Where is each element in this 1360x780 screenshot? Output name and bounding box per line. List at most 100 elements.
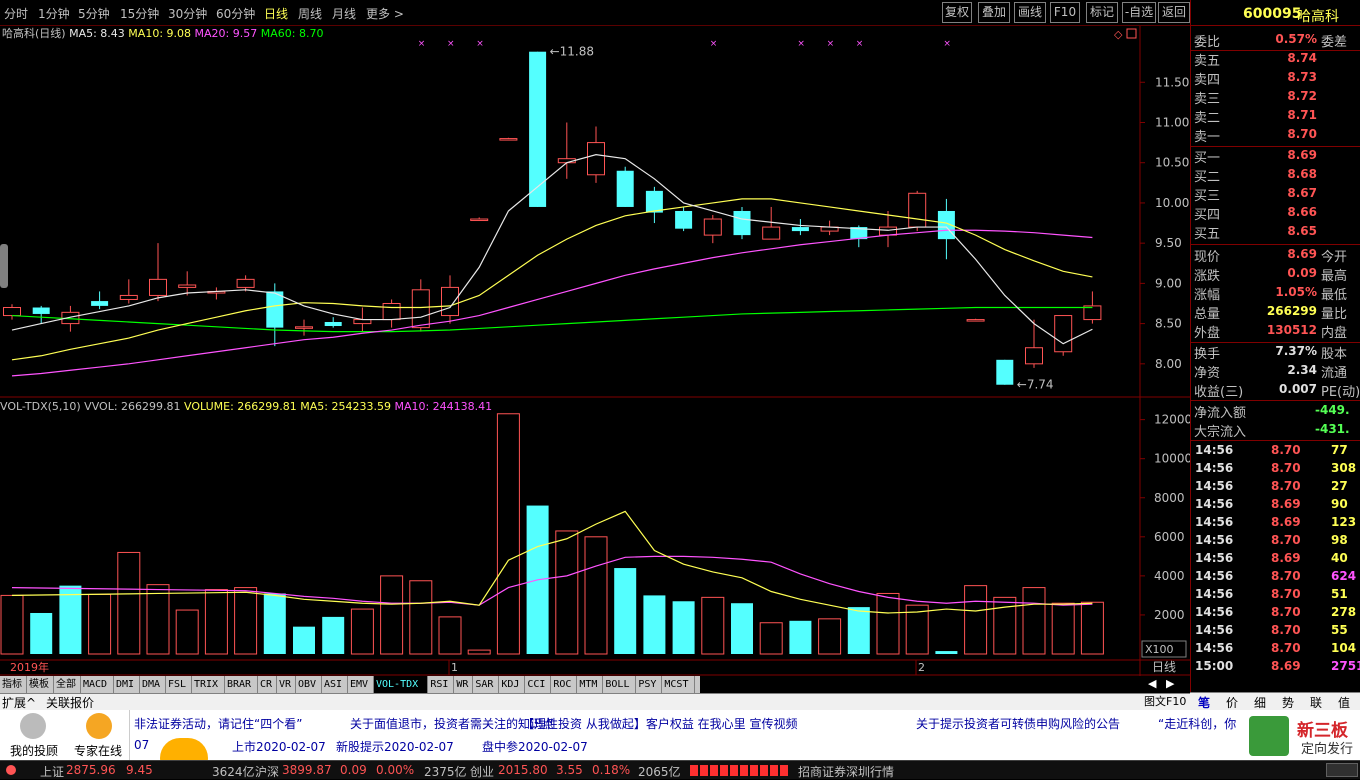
- volume-bar[interactable]: [643, 595, 666, 654]
- volume-bar[interactable]: [584, 536, 608, 655]
- volume-bar[interactable]: [672, 601, 695, 654]
- news-notice-2[interactable]: 新股提示2020-02-07: [336, 738, 454, 755]
- period-tab-6[interactable]: 日线: [264, 5, 288, 22]
- volume-bar[interactable]: [964, 585, 988, 655]
- indicator-tab-12[interactable]: ASI: [322, 676, 348, 693]
- volume-bar[interactable]: [847, 607, 870, 654]
- scroll-left-icon[interactable]: ◀: [1148, 677, 1156, 690]
- candle[interactable]: [1054, 315, 1073, 356]
- indicator-tab-13[interactable]: EMV: [348, 676, 374, 693]
- volume-bar[interactable]: [59, 585, 82, 654]
- detail-tab-3[interactable]: 势: [1282, 694, 1294, 711]
- kline-chart[interactable]: 8.00 8.50 9.00 9.50 10.00 10.50 11.00 11.50 2000…: [0, 26, 1190, 676]
- tool-button-6[interactable]: 返回: [1158, 2, 1190, 23]
- volume-bar[interactable]: [935, 651, 958, 654]
- volume-bar[interactable]: [293, 626, 315, 654]
- period-tab-4[interactable]: 30分钟: [168, 5, 207, 22]
- volume-bar[interactable]: [789, 620, 812, 654]
- diamond-icon[interactable]: ◇: [1114, 28, 1123, 41]
- period-tab-9[interactable]: 更多 >: [366, 5, 404, 22]
- brand-ad[interactable]: 新三板 定向发行: [1245, 712, 1360, 760]
- period-tab-7[interactable]: 周线: [298, 5, 322, 22]
- indicator-tab-14[interactable]: VOL-TDX: [374, 676, 429, 693]
- news-notice-3[interactable]: 盘中参2020-02-07: [482, 738, 588, 755]
- indicator-tab-15[interactable]: RSI: [428, 676, 455, 693]
- volume-bar[interactable]: [234, 587, 258, 655]
- tool-button-4[interactable]: 标记: [1086, 2, 1118, 23]
- volume-bar[interactable]: [322, 616, 345, 654]
- event-marker[interactable]: ×: [943, 39, 951, 49]
- indicator-tab-17[interactable]: SAR: [473, 676, 500, 693]
- indicator-tab-22[interactable]: BOLL: [603, 676, 637, 693]
- detail-tab-1[interactable]: 价: [1226, 694, 1238, 711]
- indicator-tab-18[interactable]: KDJ: [499, 676, 526, 693]
- detail-tab-0[interactable]: 笔: [1198, 694, 1210, 711]
- candle[interactable]: [733, 206, 751, 240]
- volume-bar[interactable]: [467, 649, 491, 655]
- event-marker[interactable]: ×: [827, 39, 835, 49]
- volume-bar[interactable]: [117, 551, 141, 655]
- volume-bar[interactable]: [701, 596, 725, 655]
- event-marker[interactable]: ×: [476, 39, 484, 49]
- my-invest-label[interactable]: 我的投顾: [10, 742, 58, 759]
- indicator-tab-3[interactable]: MACD: [81, 676, 114, 693]
- candle[interactable]: [616, 166, 634, 207]
- news-notice-0[interactable]: 07: [134, 738, 149, 752]
- period-tab-2[interactable]: 5分钟: [78, 5, 110, 22]
- candle[interactable]: [966, 318, 985, 322]
- volume-bar[interactable]: [146, 584, 170, 655]
- volume-bar[interactable]: [0, 594, 24, 655]
- indicator-tab-24[interactable]: MCST: [662, 676, 696, 693]
- event-marker[interactable]: ×: [447, 39, 455, 49]
- indicator-tab-20[interactable]: ROC: [551, 676, 578, 693]
- candle[interactable]: [908, 190, 927, 232]
- news-headline-3[interactable]: 关于提示投资者可转债申购风险的公告: [916, 715, 1120, 732]
- indicator-tab-16[interactable]: WR: [454, 676, 474, 693]
- expert-label[interactable]: 专家在线: [74, 742, 122, 759]
- volume-bar[interactable]: [88, 593, 112, 655]
- indicator-tab-9[interactable]: CR: [258, 676, 277, 693]
- volume-bar[interactable]: [496, 413, 520, 655]
- tool-button-1[interactable]: 叠加: [978, 2, 1010, 23]
- detail-tab-5[interactable]: 值: [1338, 694, 1350, 711]
- volume-bar[interactable]: [759, 622, 783, 655]
- volume-bar[interactable]: [1022, 587, 1046, 655]
- related-quote-tab[interactable]: 关联报价: [46, 694, 94, 711]
- indicator-tab-11[interactable]: OBV: [296, 676, 322, 693]
- period-tab-3[interactable]: 15分钟: [120, 5, 159, 22]
- extend-tab[interactable]: 扩展^: [2, 694, 36, 711]
- volume-bar[interactable]: [409, 580, 433, 655]
- event-marker[interactable]: ×: [710, 39, 718, 49]
- volume-bar[interactable]: [731, 603, 753, 654]
- tool-button-0[interactable]: 复权: [942, 2, 972, 23]
- volume-bar[interactable]: [175, 609, 199, 655]
- news-headline-2[interactable]: 【理性投资 从我做起】客户权益 在我心里 宣传视频: [522, 715, 797, 732]
- detail-tab-4[interactable]: 联: [1310, 694, 1322, 711]
- event-marker[interactable]: ×: [418, 39, 426, 49]
- indicator-tab-7[interactable]: TRIX: [192, 676, 225, 693]
- detail-tab-2[interactable]: 细: [1254, 694, 1266, 711]
- indicator-tab-8[interactable]: BRAR: [225, 676, 258, 693]
- volume-bar[interactable]: [818, 618, 842, 655]
- side-collapse-handle[interactable]: [0, 244, 8, 288]
- indicator-tab-0[interactable]: 指标: [0, 676, 27, 693]
- indicator-tab-1[interactable]: 模板: [27, 676, 54, 693]
- candle[interactable]: [529, 51, 547, 207]
- indicator-tab-4[interactable]: DMI: [114, 676, 140, 693]
- news-notice-1[interactable]: 上市2020-02-07: [232, 738, 326, 755]
- indicator-tab-10[interactable]: VR: [277, 676, 296, 693]
- indicator-tab-19[interactable]: CCI: [525, 676, 552, 693]
- tool-button-2[interactable]: 画线: [1014, 2, 1046, 23]
- volume-bar[interactable]: [614, 568, 637, 654]
- news-headline-0[interactable]: 非法证券活动，请记住“四个看”: [134, 715, 302, 732]
- figure-f10-label[interactable]: 图文F10: [1144, 693, 1186, 709]
- expert-avatar-icon[interactable]: [86, 713, 112, 739]
- period-tab-5[interactable]: 60分钟: [216, 5, 255, 22]
- period-tab-8[interactable]: 月线: [332, 5, 356, 22]
- volume-bar[interactable]: [350, 608, 374, 655]
- event-marker[interactable]: ×: [797, 39, 805, 49]
- advisor-avatar-icon[interactable]: [20, 713, 46, 739]
- candle[interactable]: [499, 137, 518, 141]
- period-tab-1[interactable]: 1分钟: [38, 5, 70, 22]
- candle[interactable]: [996, 359, 1014, 385]
